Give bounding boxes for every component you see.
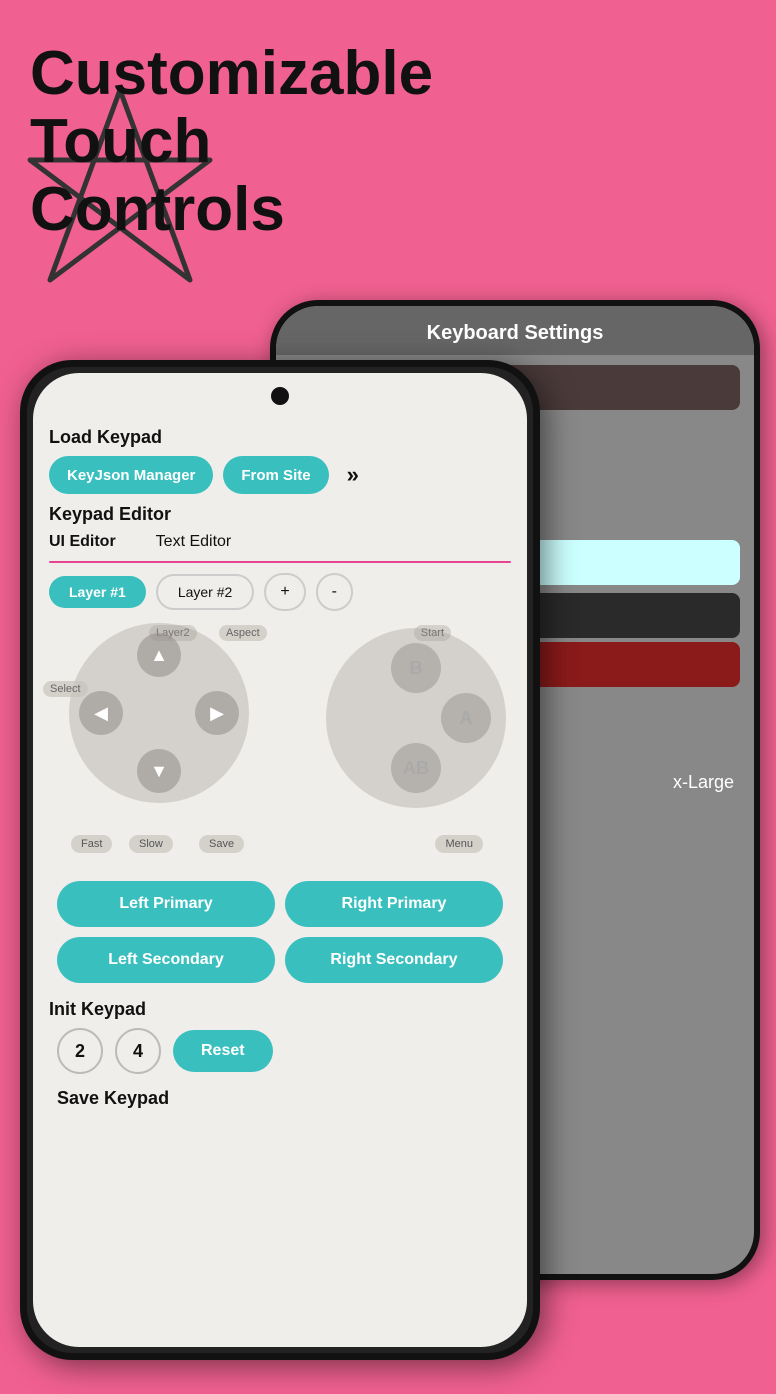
reset-button[interactable]: Reset [173,1030,273,1072]
load-keypad-title: Load Keypad [49,427,511,448]
editor-tabs: UI Editor Text Editor [49,533,511,555]
btn-menu[interactable]: Menu [435,835,483,853]
layer-1-button[interactable]: Layer #1 [49,576,146,608]
init-keypad-controls: 2 4 Reset [57,1028,503,1074]
init-num-2[interactable]: 4 [115,1028,161,1074]
dpad-up-button[interactable]: ▲ [137,633,181,677]
front-phone: Load Keypad KeyJson Manager From Site » … [20,360,540,1360]
hero-title: Customizable Touch Controls [30,40,530,245]
btn-select-label[interactable]: Select [43,681,88,697]
layer-row: Layer #1 Layer #2 + - [49,573,511,611]
add-layer-button[interactable]: + [264,573,305,611]
layer-2-button[interactable]: Layer #2 [156,574,254,610]
from-site-button[interactable]: From Site [223,456,328,494]
dpad-right-button[interactable]: ▶ [195,691,239,735]
btn-a[interactable]: A [441,693,491,743]
more-arrow-button[interactable]: » [339,456,367,494]
right-secondary-button[interactable]: Right Secondary [285,937,503,983]
dpad-container: Select ▲ ▼ ◀ ▶ [79,633,239,793]
init-keypad-title: Init Keypad [49,999,511,1020]
gamepad-area: Layer2 Aspect Start Select ▲ ▼ ◀ [49,623,511,873]
btn-ab[interactable]: AB [391,743,441,793]
bottom-control-buttons: Left Primary Right Primary Left Secondar… [49,881,511,983]
phone-content: Load Keypad KeyJson Manager From Site » … [33,417,527,1347]
right-primary-button[interactable]: Right Primary [285,881,503,927]
dpad-left-button[interactable]: ◀ [79,691,123,735]
dpad-down-button[interactable]: ▼ [137,749,181,793]
btn-b[interactable]: B [391,643,441,693]
keypad-editor-title: Keypad Editor [49,504,511,525]
tab-ui-editor[interactable]: UI Editor [49,533,116,555]
load-keypad-buttons: KeyJson Manager From Site » [49,456,511,494]
camera-notch [271,387,289,405]
left-secondary-button[interactable]: Left Secondary [57,937,275,983]
front-phone-screen: Load Keypad KeyJson Manager From Site » … [33,373,527,1347]
init-num-1[interactable]: 2 [57,1028,103,1074]
btn-slow[interactable]: Slow [129,835,173,853]
left-primary-button[interactable]: Left Primary [57,881,275,927]
btn-save[interactable]: Save [199,835,244,853]
save-keypad-title: Save Keypad [49,1084,511,1113]
tab-text-editor[interactable]: Text Editor [156,533,232,555]
btn-fast[interactable]: Fast [71,835,112,853]
tab-divider [49,561,511,563]
back-phone-header: Keyboard Settings [276,306,754,355]
keyjson-manager-button[interactable]: KeyJson Manager [49,456,213,494]
abab-container: B A AB [331,633,501,803]
remove-layer-button[interactable]: - [316,573,353,611]
